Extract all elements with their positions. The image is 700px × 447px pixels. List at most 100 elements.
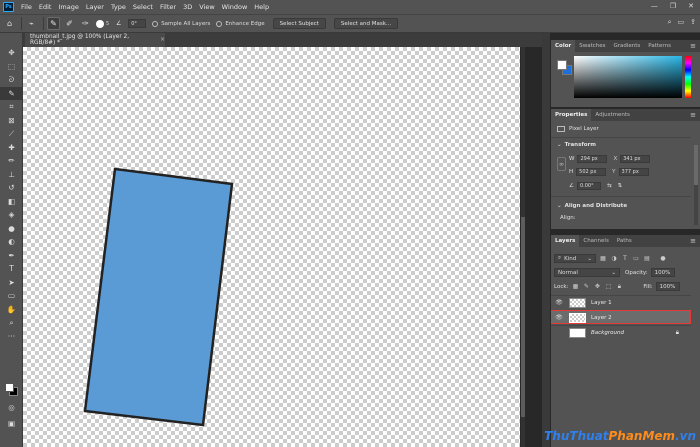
panel-menu-icon[interactable]: ≡ [690, 40, 696, 52]
move-tool-icon[interactable]: ✥ [0, 46, 23, 60]
blur-tool-icon[interactable]: ● [0, 222, 23, 236]
home-icon[interactable]: ⌂ [3, 17, 16, 30]
menu-select[interactable]: Select [133, 3, 153, 11]
collapse-arrow-icon[interactable]: ⌄ [557, 203, 562, 209]
collapse-arrow-icon[interactable]: ⌄ [557, 142, 562, 148]
quick-mask-icon[interactable]: ◎ [0, 401, 23, 415]
brush-size[interactable]: 5 [106, 21, 109, 27]
flip-vertical-icon[interactable]: ⇅ [618, 183, 623, 189]
layer-row-background[interactable]: Background 🔒︎ [551, 325, 691, 339]
vertical-scrollbar[interactable] [521, 47, 525, 447]
rectangle-tool-icon[interactable]: ▭ [0, 289, 23, 303]
lasso-tool-icon[interactable]: ᘐ [0, 73, 23, 87]
height-field[interactable]: 502 px [576, 168, 607, 176]
eyedropper-tool-icon[interactable]: ⟋ [0, 127, 23, 141]
crop-tool-icon[interactable]: ⌗ [0, 100, 23, 114]
filter-toggle-icon[interactable]: ● [659, 255, 667, 263]
menu-3d[interactable]: 3D [183, 3, 192, 11]
visibility-eye-icon[interactable]: 👁︎ [554, 299, 564, 306]
search-icon[interactable]: ⌕ [668, 18, 672, 27]
pen-tool-icon[interactable]: ✒ [0, 249, 23, 263]
lock-artboard-icon[interactable]: ⬚ [604, 283, 612, 291]
type-tool-icon[interactable]: T [0, 262, 23, 276]
subtract-selection-brush-icon[interactable]: ✑ [79, 17, 92, 30]
lock-all-icon[interactable]: 🔒︎ [615, 283, 623, 291]
y-field[interactable]: 377 px [618, 168, 649, 176]
close-icon[interactable]: ✕ [688, 2, 694, 10]
link-icon[interactable]: ∞ [557, 157, 566, 171]
document-tab[interactable]: thumbnail_t.jpg @ 100% (Layer 2, RGB/8#)… [25, 33, 165, 47]
filter-shape-icon[interactable]: ▭ [632, 255, 640, 263]
tab-paths[interactable]: Paths [613, 235, 636, 247]
tab-color[interactable]: Color [551, 40, 576, 52]
minimize-icon[interactable]: — [651, 2, 658, 10]
tab-patterns[interactable]: Patterns [644, 40, 675, 52]
tab-channels[interactable]: Channels [579, 235, 612, 247]
dodge-tool-icon[interactable]: ◐ [0, 235, 23, 249]
brush-tool-icon[interactable]: ✏ [0, 154, 23, 168]
select-and-mask-button[interactable]: Select and Mask... [333, 18, 399, 29]
paint-bucket-icon[interactable]: ◈ [0, 208, 23, 222]
add-selection-brush-icon[interactable]: ✐ [63, 17, 76, 30]
menu-filter[interactable]: Filter [160, 3, 176, 11]
document-canvas[interactable] [23, 47, 520, 447]
more-tools-icon[interactable]: ··· [0, 330, 23, 344]
opacity-field[interactable]: 100% [650, 268, 675, 277]
scrollbar-thumb[interactable] [694, 145, 698, 185]
menu-file[interactable]: File [21, 3, 32, 11]
foreground-color-swatch[interactable] [5, 383, 14, 392]
frame-tool-icon[interactable]: ⊠ [0, 114, 23, 128]
panel-menu-icon[interactable]: ≡ [690, 235, 696, 247]
screen-mode-icon[interactable]: ▣ [0, 417, 23, 431]
hue-slider[interactable] [685, 56, 691, 98]
lock-position-icon[interactable]: ✥ [593, 283, 601, 291]
eraser-tool-icon[interactable]: ◧ [0, 195, 23, 209]
scrollbar-thumb[interactable] [521, 217, 525, 417]
color-picker-field[interactable] [574, 56, 682, 98]
menu-window[interactable]: Window [222, 3, 248, 11]
tab-gradients[interactable]: Gradients [609, 40, 644, 52]
filter-pixel-icon[interactable]: ▦ [599, 255, 607, 263]
tab-swatches[interactable]: Swatches [575, 40, 609, 52]
blend-mode-select[interactable]: Normal ⌄ [554, 268, 620, 277]
visibility-eye-icon[interactable]: 👁︎ [554, 314, 564, 321]
lock-transparent-icon[interactable]: ▦ [571, 283, 579, 291]
rotation-field[interactable]: 0.00° [576, 182, 601, 190]
properties-scrollbar[interactable] [694, 145, 698, 225]
layer-row-layer-1[interactable]: 👁︎ Layer 1 [551, 295, 691, 309]
zoom-tool-icon[interactable]: ⌕ [0, 316, 23, 330]
filter-smart-object-icon[interactable]: ▤ [643, 255, 651, 263]
enhance-edge-checkbox[interactable]: Enhance Edge [216, 20, 265, 27]
width-field[interactable]: 294 px [577, 155, 608, 163]
menu-view[interactable]: View [199, 3, 214, 11]
hand-tool-icon[interactable]: ✋ [0, 303, 23, 317]
filter-type-icon[interactable]: T [621, 255, 629, 263]
workspace-icon[interactable]: ▭ [678, 18, 685, 27]
filter-adjustment-icon[interactable]: ◑ [610, 255, 618, 263]
layer-row-layer-2[interactable]: 👁︎ Layer 2 [551, 310, 691, 324]
select-subject-button[interactable]: Select Subject [272, 18, 326, 29]
flip-horizontal-icon[interactable]: ⇆ [607, 183, 612, 189]
close-tab-icon[interactable]: × [160, 37, 165, 43]
menu-edit[interactable]: Edit [39, 3, 52, 11]
color-panel-foreground[interactable] [557, 60, 567, 70]
tab-properties[interactable]: Properties [551, 109, 592, 121]
menu-image[interactable]: Image [58, 3, 78, 11]
restore-icon[interactable]: ❐ [670, 2, 676, 10]
new-selection-brush-icon[interactable]: ✎ [47, 17, 60, 30]
angle-field[interactable]: 0° [128, 19, 147, 28]
marquee-tool-icon[interactable]: ⬚ [0, 60, 23, 74]
lock-pixels-icon[interactable]: ✎ [582, 283, 590, 291]
filter-kind-select[interactable]: ⌕ Kind ⌄ [554, 254, 596, 263]
brush-preview-icon[interactable] [96, 19, 104, 28]
tab-layers[interactable]: Layers [551, 235, 580, 247]
clone-stamp-icon[interactable]: ⊥ [0, 168, 23, 182]
share-icon[interactable]: ⇪ [690, 18, 696, 27]
history-brush-icon[interactable]: ↺ [0, 181, 23, 195]
x-field[interactable]: 341 px [620, 155, 651, 163]
menu-layer[interactable]: Layer [86, 3, 104, 11]
panel-menu-icon[interactable]: ≡ [690, 109, 696, 121]
tool-preset-icon[interactable]: ⌁ [25, 17, 38, 30]
path-selection-icon[interactable]: ➤ [0, 276, 23, 290]
tab-adjustments[interactable]: Adjustments [591, 109, 633, 121]
